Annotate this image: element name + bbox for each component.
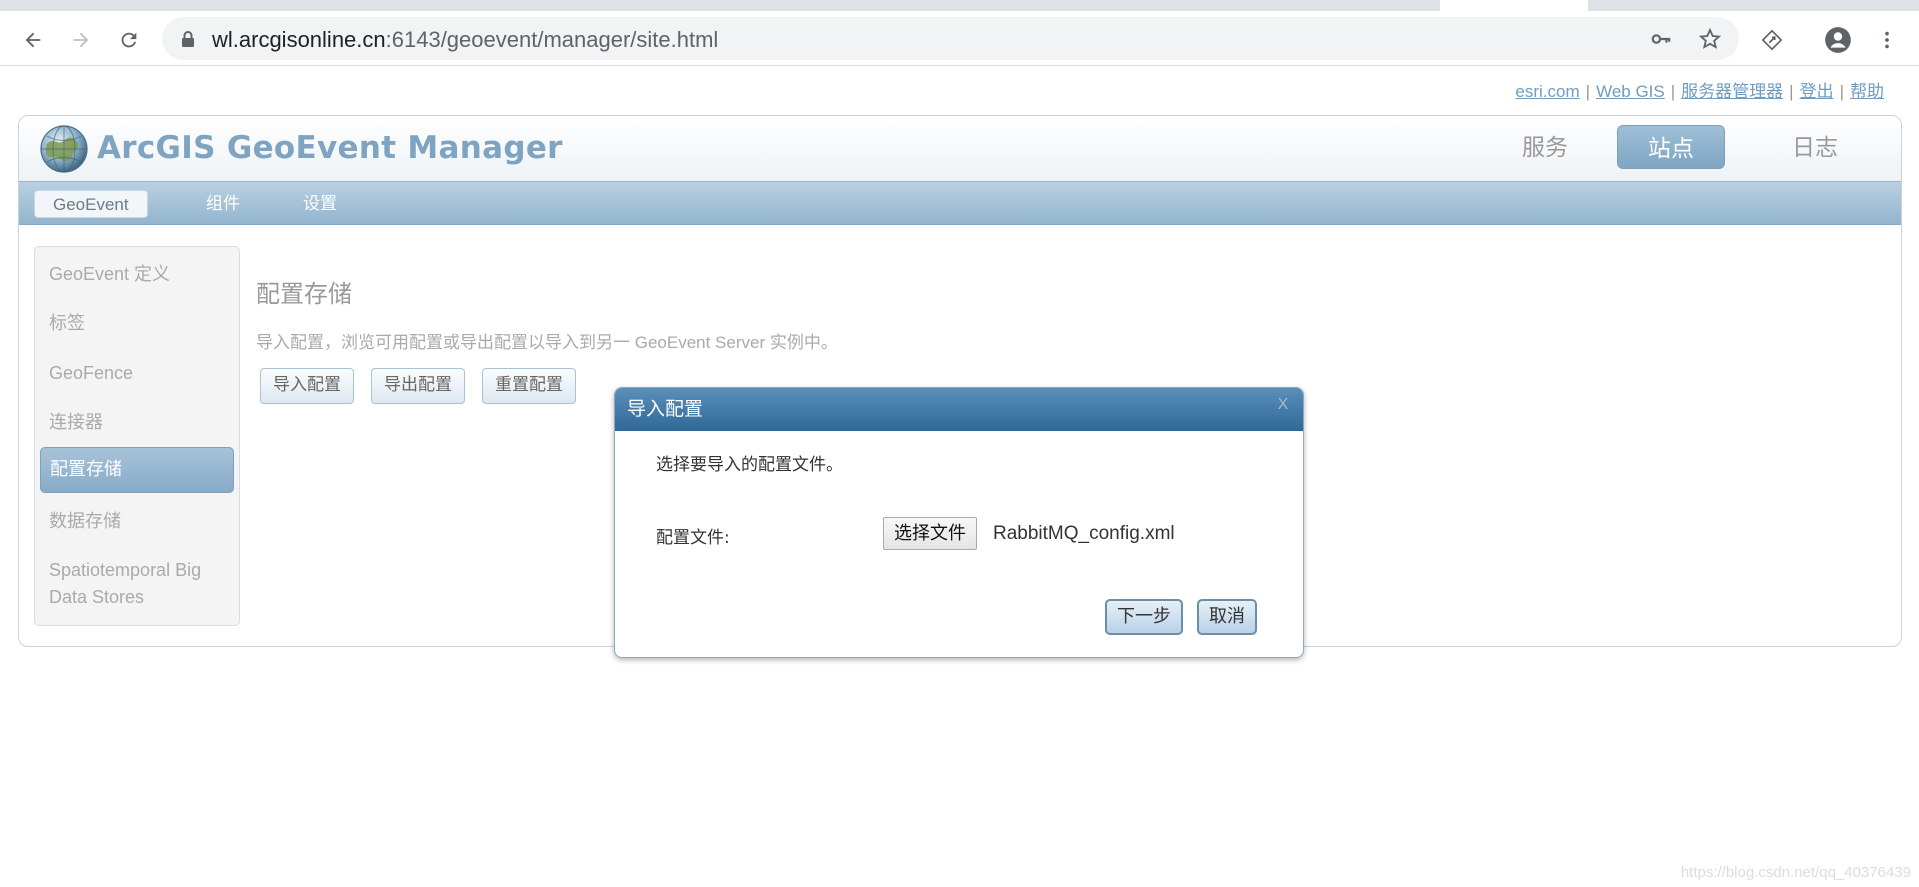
forward-arrow-icon[interactable] <box>66 25 96 55</box>
tab-services[interactable]: 服务 <box>1491 125 1599 169</box>
sidebar-item-geoevent-definitions[interactable]: GeoEvent 定义 <box>40 261 234 288</box>
reload-icon[interactable] <box>114 25 144 55</box>
selected-file-name: RabbitMQ_config.xml <box>993 523 1175 544</box>
top-links: esri.com | Web GIS | 服务器管理器 | 登出 | 帮助 <box>1515 77 1884 102</box>
browser-tabstrip <box>0 0 1919 11</box>
watermark: https://blog.csdn.net/qq_40376439 <box>1680 864 1911 881</box>
dialog-message: 选择要导入的配置文件。 <box>656 455 843 475</box>
sidebar-item-data-stores[interactable]: 数据存储 <box>40 508 234 535</box>
sidebar-item-configuration-store[interactable]: 配置存储 <box>40 447 234 493</box>
choose-file-button[interactable]: 选择文件 <box>883 517 977 550</box>
link-separator: | <box>1585 82 1591 101</box>
key-icon[interactable] <box>1649 27 1673 51</box>
sidebar-item-spatiotemporal-big-data-stores[interactable]: Spatiotemporal Big Data Stores <box>40 557 234 611</box>
next-button[interactable]: 下一步 <box>1105 599 1183 635</box>
app-header: ArcGIS GeoEvent Manager 服务 站点 日志 <box>19 116 1901 181</box>
browser-toolbar: wl.arcgisonline.cn:6143/geoevent/manager… <box>0 11 1919 66</box>
link-separator: | <box>1839 82 1844 101</box>
url-text[interactable]: wl.arcgisonline.cn:6143/geoevent/manager… <box>212 27 718 53</box>
sidebar-item-tags[interactable]: 标签 <box>40 310 234 337</box>
dialog-title: 导入配置 <box>615 388 1303 431</box>
sidebar: GeoEvent 定义 标签 GeoFence 连接器 配置存储 数据存储 Sp… <box>34 246 240 626</box>
export-config-button[interactable]: 导出配置 <box>371 368 465 404</box>
active-browser-tab[interactable] <box>1440 0 1588 11</box>
account-icon[interactable] <box>1823 25 1853 55</box>
sidebar-item-geofence[interactable]: GeoFence <box>40 360 234 387</box>
lock-icon[interactable] <box>180 30 196 48</box>
link-separator: | <box>1789 82 1794 101</box>
link-esri[interactable]: esri.com <box>1515 82 1579 101</box>
link-help[interactable]: 帮助 <box>1850 82 1884 101</box>
sub-navigation: GeoEvent 组件 设置 <box>19 181 1901 225</box>
tab-logs[interactable]: 日志 <box>1761 125 1869 169</box>
url-path: :6143/geoevent/manager/site.html <box>385 27 719 52</box>
arcgis-globe-logo-icon <box>40 125 88 173</box>
extension-icon[interactable] <box>1757 25 1787 55</box>
link-web-gis[interactable]: Web GIS <box>1596 82 1665 101</box>
tab-site[interactable]: 站点 <box>1617 125 1725 169</box>
subnav-geoevent[interactable]: GeoEvent <box>34 190 148 218</box>
import-config-button[interactable]: 导入配置 <box>260 368 354 404</box>
address-bar[interactable]: wl.arcgisonline.cn:6143/geoevent/manager… <box>162 17 1739 60</box>
reset-config-button[interactable]: 重置配置 <box>482 368 576 404</box>
page-title: 配置存储 <box>256 281 352 308</box>
cancel-button[interactable]: 取消 <box>1197 599 1257 635</box>
import-config-dialog: 导入配置 X 选择要导入的配置文件。 配置文件: 选择文件 RabbitMQ_c… <box>614 387 1304 658</box>
subnav-settings[interactable]: 设置 <box>285 190 355 218</box>
star-icon[interactable] <box>1698 27 1722 51</box>
link-server-manager[interactable]: 服务器管理器 <box>1681 82 1783 101</box>
subnav-components[interactable]: 组件 <box>188 190 258 218</box>
link-logout[interactable]: 登出 <box>1800 82 1834 101</box>
back-arrow-icon[interactable] <box>18 25 48 55</box>
close-icon[interactable]: X <box>1275 397 1291 413</box>
url-host: wl.arcgisonline.cn <box>212 27 386 52</box>
more-vert-icon[interactable] <box>1872 25 1902 55</box>
page-description: 导入配置，浏览可用配置或导出配置以导入到另一 GeoEvent Server 实… <box>256 333 838 352</box>
config-file-label: 配置文件: <box>656 528 730 548</box>
link-separator: | <box>1670 82 1676 101</box>
sidebar-item-connectors[interactable]: 连接器 <box>40 409 234 436</box>
app-title: ArcGIS GeoEvent Manager <box>97 130 563 166</box>
